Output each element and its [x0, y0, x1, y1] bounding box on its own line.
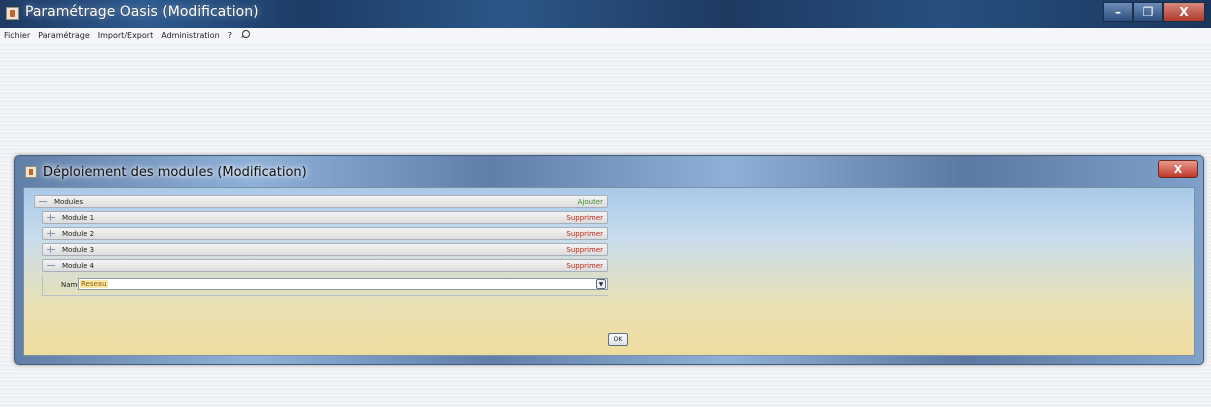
- tree-node-label: Module 4: [62, 261, 95, 270]
- name-combobox[interactable]: Reseau ▼: [78, 278, 608, 290]
- expand-icon[interactable]: [46, 229, 60, 238]
- collapse-icon[interactable]: [38, 197, 52, 206]
- module-4-properties: Name Reseau ▼: [42, 275, 608, 296]
- maximize-button[interactable]: ❐: [1133, 2, 1163, 22]
- modules-tree: Modules Ajouter Module 1 Supprimer Modul…: [34, 195, 608, 296]
- menubar: Fichier Paramétrage Import/Export Admini…: [0, 28, 1211, 42]
- expand-icon[interactable]: [46, 245, 60, 254]
- delete-module-4-link[interactable]: Supprimer: [566, 262, 603, 270]
- add-module-link[interactable]: Ajouter: [578, 198, 603, 206]
- deploy-modules-dialog: Déploiement des modules (Modification) X…: [14, 155, 1204, 365]
- menu-parametrage[interactable]: Paramétrage: [38, 31, 90, 40]
- dialog-close-button[interactable]: X: [1158, 160, 1198, 178]
- delete-module-2-link[interactable]: Supprimer: [566, 230, 603, 238]
- menu-administration[interactable]: Administration: [161, 31, 220, 40]
- java-app-icon: [6, 7, 19, 20]
- dialog-body: Modules Ajouter Module 1 Supprimer Modul…: [23, 187, 1195, 356]
- tree-node-module-3[interactable]: Module 3 Supprimer: [42, 243, 608, 256]
- ok-button[interactable]: OK: [608, 333, 628, 346]
- dialog-titlebar: Déploiement des modules (Modification) X: [15, 156, 1203, 186]
- expand-icon[interactable]: [46, 213, 60, 222]
- menu-help[interactable]: ?: [228, 31, 232, 40]
- main-titlebar: Paramétrage Oasis (Modification) – ❐ X: [0, 0, 1211, 29]
- tree-node-label: Module 2: [62, 229, 95, 238]
- window-title: Paramétrage Oasis (Modification): [25, 4, 259, 20]
- search-icon[interactable]: [240, 30, 250, 40]
- tree-node-label: Module 3: [62, 245, 95, 254]
- menu-import-export[interactable]: Import/Export: [98, 31, 153, 40]
- name-value[interactable]: Reseau: [80, 280, 108, 288]
- minimize-button[interactable]: –: [1103, 2, 1133, 22]
- tree-node-module-2[interactable]: Module 2 Supprimer: [42, 227, 608, 240]
- tree-node-module-1[interactable]: Module 1 Supprimer: [42, 211, 608, 224]
- window-controls: – ❐ X: [1103, 2, 1205, 22]
- chevron-down-icon[interactable]: ▼: [596, 279, 606, 289]
- tree-node-label: Modules: [54, 197, 84, 206]
- delete-module-1-link[interactable]: Supprimer: [566, 214, 603, 222]
- collapse-icon[interactable]: [46, 261, 60, 270]
- java-app-icon: [25, 166, 37, 178]
- tree-node-module-4[interactable]: Module 4 Supprimer: [42, 259, 608, 272]
- dialog-title: Déploiement des modules (Modification): [43, 165, 307, 180]
- tree-node-modules[interactable]: Modules Ajouter: [34, 195, 608, 208]
- tree-node-label: Module 1: [62, 213, 95, 222]
- delete-module-3-link[interactable]: Supprimer: [566, 246, 603, 254]
- menu-fichier[interactable]: Fichier: [4, 31, 30, 40]
- close-button[interactable]: X: [1163, 2, 1205, 22]
